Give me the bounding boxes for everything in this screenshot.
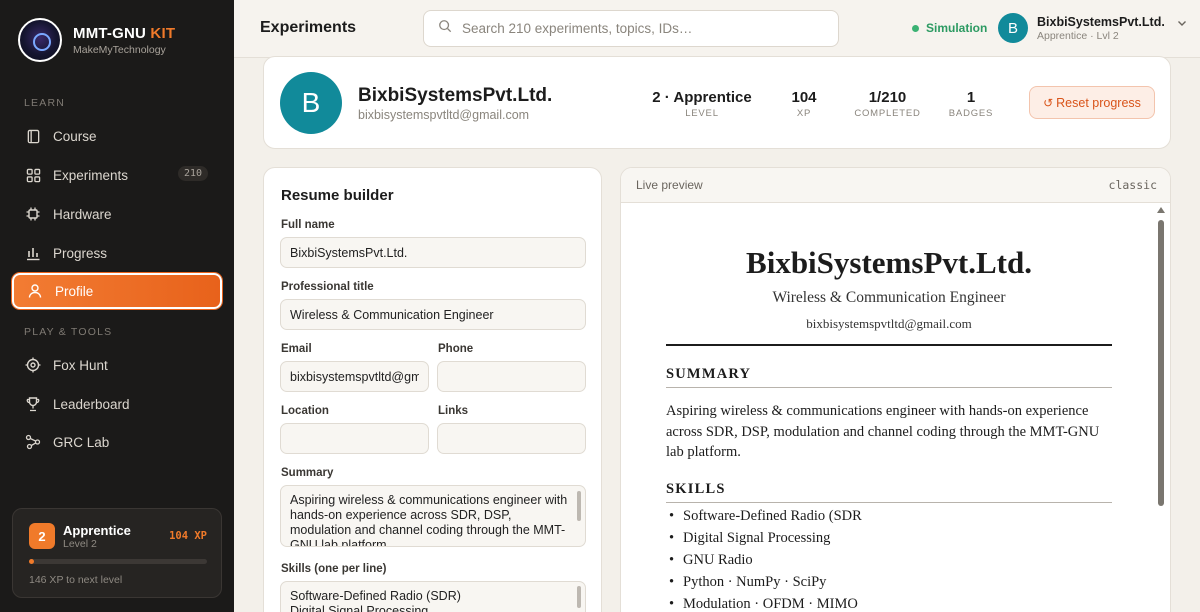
trophy-icon: [25, 396, 41, 412]
preview-label: Live preview: [636, 178, 703, 192]
level-title: Apprentice: [63, 523, 131, 538]
status-dot: [912, 24, 919, 32]
sidebar-item-hardware[interactable]: Hardware: [12, 196, 222, 232]
sidebar-item-leaderboard[interactable]: Leaderboard: [12, 386, 222, 422]
location-label: Location: [281, 405, 329, 417]
stat-xp: 104 XP: [791, 89, 817, 119]
xp-to-next-level: 146 XP to next level: [29, 574, 123, 586]
skill-item: Digital Signal Processing: [666, 530, 1112, 552]
level-number-badge: 2: [29, 523, 55, 549]
professional-title-label: Professional title: [281, 281, 374, 293]
grid-icon: [25, 167, 41, 183]
full-name-field[interactable]: [280, 237, 586, 268]
resume-builder-panel: Resume builder Full name Professional ti…: [263, 167, 602, 612]
summary-scrollbar[interactable]: [577, 491, 581, 521]
skill-item: Modulation · OFDM · MIMO: [666, 596, 1112, 612]
live-preview-panel: Live preview classic BixbiSystemsPvt.Ltd…: [620, 167, 1171, 612]
avatar: B: [998, 13, 1028, 43]
phone-label: Phone: [438, 343, 474, 355]
scroll-up-arrow-icon[interactable]: [1157, 207, 1165, 213]
user-icon: [27, 283, 43, 299]
xp-progress-bar: [29, 559, 207, 564]
search-input[interactable]: [462, 21, 822, 36]
xp-progress-fill: [29, 559, 35, 564]
links-label: Links: [438, 405, 469, 417]
links-field[interactable]: [437, 423, 586, 454]
level-card: 2 Apprentice Level 2 104 XP 146 XP to ne…: [12, 508, 222, 598]
resume-title: Wireless & Communication Engineer: [772, 289, 1006, 306]
summary-field[interactable]: Aspiring wireless & communications engin…: [280, 485, 586, 547]
level-subtitle: Level 2: [63, 538, 97, 550]
phone-field[interactable]: [437, 361, 586, 392]
sidebar-item-course[interactable]: Course: [12, 118, 222, 154]
summary-heading: SUMMARY: [666, 366, 1112, 388]
template-selector[interactable]: classic: [1109, 178, 1157, 192]
user-level: Apprentice · Lvl 2: [1037, 29, 1119, 42]
scroll-thumb[interactable]: [1158, 220, 1164, 506]
logo: [18, 18, 62, 62]
target-icon: [25, 357, 41, 373]
full-name-label: Full name: [281, 219, 335, 231]
professional-title-field[interactable]: [280, 299, 586, 330]
chip-icon: [25, 206, 41, 222]
experiments-count-badge: 210: [177, 166, 208, 181]
simulation-status[interactable]: Simulation: [912, 21, 987, 35]
skill-item: Python · NumPy · SciPy: [666, 574, 1112, 596]
bar-chart-icon: [25, 245, 41, 261]
sidebar-item-experiments[interactable]: Experiments 210: [12, 157, 222, 193]
search-icon: [438, 19, 452, 38]
brand-subtitle: MakeMyTechnology: [73, 43, 166, 56]
profile-avatar: B: [280, 72, 342, 134]
stat-completed: 1/210 COMPLETED: [854, 89, 921, 119]
resume-name: BixbiSystemsPvt.Ltd.: [746, 245, 1032, 280]
chevron-down-icon: [1177, 15, 1187, 33]
sidebar-item-profile[interactable]: Profile: [12, 273, 222, 309]
brand-title: MMT-GNU KIT: [73, 24, 176, 42]
section-label-tools: PLAY & TOOLS: [24, 326, 113, 338]
user-name: BixbiSystemsPvt.Ltd.: [1037, 14, 1165, 29]
location-field[interactable]: [280, 423, 429, 454]
email-label: Email: [281, 343, 312, 355]
reset-progress-button[interactable]: ↺ Reset progress: [1029, 86, 1155, 119]
refresh-icon: ↺: [1043, 95, 1054, 110]
summary-label: Summary: [281, 467, 334, 479]
page-title: Experiments: [260, 19, 357, 36]
resume-email: bixbisystemspvtltd@gmail.com: [806, 316, 972, 331]
sidebar: MMT-GNU KIT MakeMyTechnology LEARN Cours…: [0, 0, 234, 612]
email-field[interactable]: [280, 361, 429, 392]
skills-label: Skills (one per line): [281, 563, 387, 575]
skill-item: Software-Defined Radio (SDR: [666, 508, 1112, 530]
preview-scrollbar[interactable]: [1154, 204, 1168, 612]
skills-scrollbar[interactable]: [577, 586, 581, 608]
resume-summary: Aspiring wireless & communications engin…: [666, 403, 1100, 460]
divider: [666, 344, 1112, 346]
sidebar-item-progress[interactable]: Progress: [12, 235, 222, 271]
sidebar-item-fox-hunt[interactable]: Fox Hunt: [12, 347, 222, 383]
sidebar-item-grc-lab[interactable]: GRC Lab: [12, 424, 222, 460]
profile-card: B BixbiSystemsPvt.Ltd. bixbisystemspvtlt…: [263, 56, 1171, 149]
profile-email: bixbisystemspvtltd@gmail.com: [358, 108, 530, 122]
profile-name: BixbiSystemsPvt.Ltd.: [358, 85, 553, 106]
builder-title: Resume builder: [281, 187, 394, 204]
user-menu[interactable]: B BixbiSystemsPvt.Ltd. Apprentice · Lvl …: [998, 13, 1187, 43]
stat-badges: 1 BADGES: [948, 89, 994, 119]
section-label-learn: LEARN: [24, 97, 66, 109]
skills-list: Software-Defined Radio (SDRDigital Signa…: [666, 508, 1112, 612]
search-box[interactable]: [423, 10, 839, 47]
skills-heading: SKILLS: [666, 481, 1112, 503]
book-icon: [25, 128, 41, 144]
graph-icon: [25, 434, 41, 450]
preview-header: Live preview classic: [621, 168, 1170, 203]
skills-field[interactable]: Software-Defined Radio (SDR) Digital Sig…: [280, 581, 586, 612]
stat-level: 2 · Apprentice LEVEL: [652, 89, 752, 119]
brand[interactable]: MMT-GNU KIT MakeMyTechnology: [18, 18, 175, 62]
top-bar: Experiments Simulation B BixbiSystemsPvt…: [234, 0, 1200, 58]
level-xp: 104 XP: [169, 530, 207, 542]
skill-item: GNU Radio: [666, 552, 1112, 574]
